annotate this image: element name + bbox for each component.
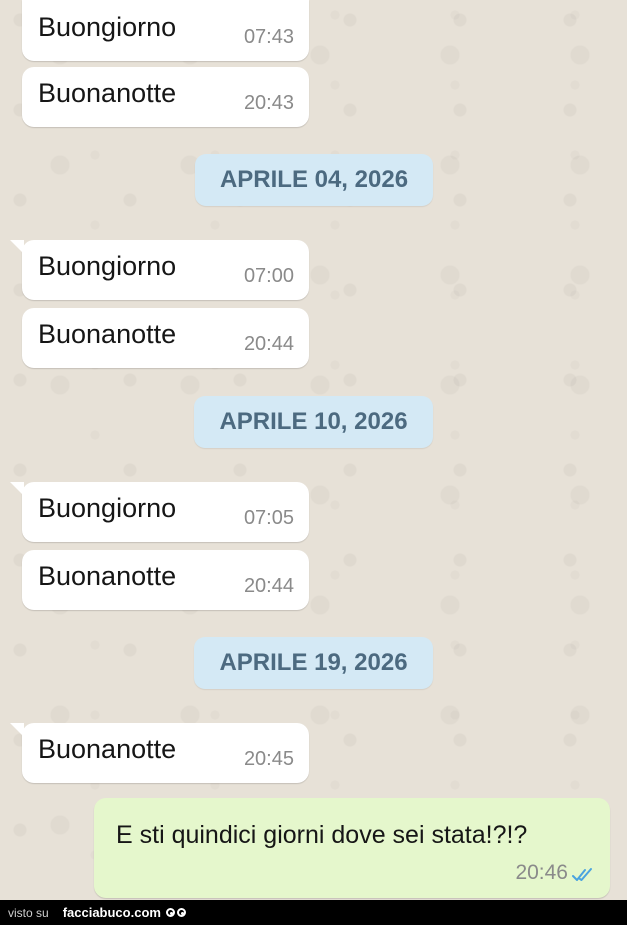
message-time: 07:43 — [243, 26, 294, 48]
message-time: 07:05 — [243, 507, 294, 529]
message-text: Buongiorno — [38, 493, 177, 523]
message-text: Buongiorno — [38, 12, 177, 42]
message-bubble[interactable]: Buonanotte 20:43 — [22, 67, 309, 127]
message-time: 07:00 — [243, 265, 294, 287]
message-time: 20:44 — [243, 333, 294, 355]
message-bubble[interactable]: Buonanotte 20:44 — [22, 550, 309, 610]
date-separator: APRILE 10, 2026 — [194, 396, 433, 448]
date-separator: APRILE 04, 2026 — [195, 154, 433, 206]
message-text: Buongiorno — [38, 251, 177, 281]
message-bubble[interactable]: Buongiorno 07:43 — [22, 0, 309, 61]
eyes-logo-icon — [165, 908, 186, 917]
message-text: Buonanotte — [38, 319, 177, 349]
watermark-footer: visto su facciabuco.com — [0, 900, 627, 925]
message-text: Buonanotte — [38, 78, 177, 108]
message-text: Buonanotte — [38, 561, 177, 591]
date-separator: APRILE 19, 2026 — [194, 637, 433, 689]
message-bubble[interactable]: Buongiorno 07:05 — [10, 482, 309, 542]
message-time: 20:43 — [243, 92, 294, 114]
message-bubble[interactable]: Buongiorno 07:00 — [10, 240, 309, 300]
message-bubble[interactable]: Buonanotte 20:45 — [10, 723, 309, 783]
message-time: 20:46 — [515, 861, 568, 884]
double-check-read-icon — [572, 868, 592, 881]
message-text: Buonanotte — [38, 734, 177, 764]
message-time: 20:45 — [243, 748, 294, 770]
watermark-label: visto su — [8, 905, 49, 920]
chat-area[interactable]: Buongiorno 07:43 Buonanotte 20:43 APRILE… — [0, 0, 627, 900]
watermark-brand[interactable]: facciabuco.com — [63, 905, 161, 920]
message-time: 20:44 — [243, 575, 294, 597]
message-bubble[interactable]: Buonanotte 20:44 — [22, 308, 309, 368]
message-text: E sti quindici giorni dove sei stata!?!? — [116, 821, 528, 849]
outgoing-message-bubble[interactable]: E sti quindici giorni dove sei stata!?!?… — [94, 798, 610, 898]
